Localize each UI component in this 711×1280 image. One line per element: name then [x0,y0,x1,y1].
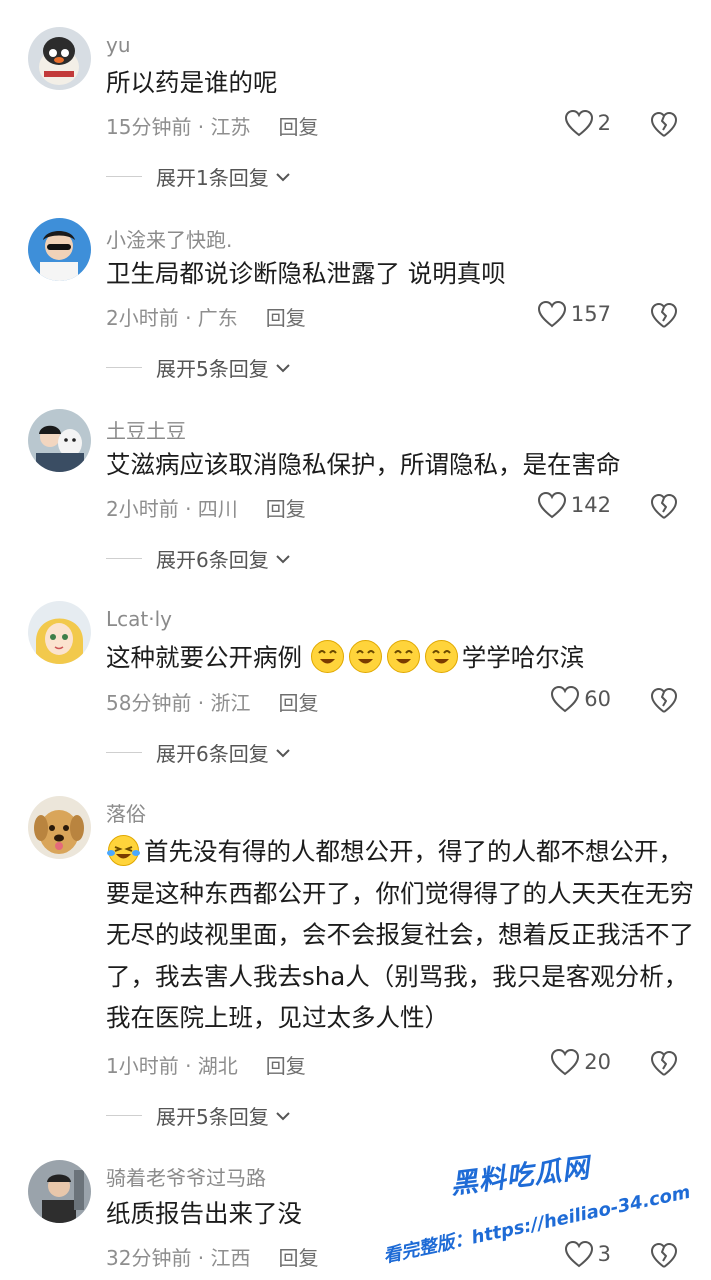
comment-meta: 32分钟前 · 江西 回复 [106,1242,319,1271]
time-location: 32分钟前 · 江西 [106,1246,251,1270]
comment-text: 艾滋病应该取消隐私保护，所谓隐私，是在害命 [106,450,621,479]
avatar[interactable] [28,601,91,664]
smile-emoji-icon [310,639,345,674]
like-button[interactable]: 142 [537,491,611,519]
chevron-down-icon [276,363,290,372]
like-count: 142 [570,493,611,517]
comment-text: 所以药是谁的呢 [106,68,278,97]
smile-emoji-icon [386,639,421,674]
chevron-down-icon [276,172,290,181]
expand-replies[interactable]: 展开5条回复 [106,353,293,382]
comment-text-part: 这种就要公开病例 [106,643,302,672]
comment-meta: 1小时前 · 湖北 回复 [106,1050,306,1079]
comment-text-part: 学学哈尔滨 [461,643,585,672]
like-count: 60 [584,687,611,711]
expand-replies-label: 展开6条回复 [156,742,269,766]
like-count: 2 [597,111,611,135]
like-button[interactable]: 20 [550,1048,611,1076]
reply-button[interactable]: 回复 [279,115,319,139]
avatar[interactable] [28,796,91,859]
smile-emoji-icon [424,639,459,674]
divider [106,367,142,368]
expand-replies[interactable]: 展开1条回复 [106,162,293,191]
divider [106,1115,142,1116]
username[interactable]: yu [106,33,131,57]
reply-button[interactable]: 回复 [266,497,306,521]
heart-icon [551,685,580,713]
like-count: 157 [570,302,611,326]
expand-replies[interactable]: 展开6条回复 [106,738,293,767]
username[interactable]: 土豆土豆 [106,415,186,444]
time-location: 2小时前 · 四川 [106,497,238,521]
reply-button[interactable]: 回复 [279,1246,319,1270]
heart-icon [537,491,566,519]
like-count: 20 [584,1050,611,1074]
comment-text: 首先没有得的人都想公开，得了的人都不想公开，要是这种东西都公开了，你们觉得得了的… [106,831,696,1039]
broken-heart-icon [651,303,677,328]
chevron-down-icon [276,1111,290,1120]
heart-icon [551,1048,580,1076]
expand-replies[interactable]: 展开5条回复 [106,1101,293,1130]
username[interactable]: 落俗 [106,798,146,827]
like-button[interactable]: 2 [564,109,611,137]
expand-replies[interactable]: 展开6条回复 [106,544,293,573]
avatar[interactable] [28,27,91,90]
watermark-title: 黑料吃瓜网 [448,1152,592,1201]
comment-text-part: 首先没有得的人都想公开，得了的人都不想公开，要是这种东西都公开了，你们觉得得了的… [106,837,694,1032]
heart-icon [564,109,593,137]
watermark-url: 看完整版：https://heiliao-34.com [381,1181,693,1268]
username[interactable]: 小淦来了快跑. [106,224,232,253]
expand-replies-label: 展开5条回复 [156,357,269,381]
time-location: 1小时前 · 湖北 [106,1054,238,1078]
divider [106,558,142,559]
avatar[interactable] [28,409,91,472]
broken-heart-icon [651,112,677,137]
like-button[interactable]: 157 [537,300,611,328]
expand-replies-label: 展开6条回复 [156,548,269,572]
comment-meta: 2小时前 · 四川 回复 [106,493,306,522]
broken-heart-icon [651,688,677,713]
username[interactable]: 骑着老爷爷过马路 [106,1162,266,1191]
watermark: 黑料吃瓜网 看完整版：https://heiliao-34.com [380,1150,693,1268]
comment-text: 这种就要公开病例 学学哈尔滨 [106,637,696,679]
expand-replies-label: 展开1条回复 [156,166,269,190]
dislike-button[interactable] [650,302,678,330]
dislike-button[interactable] [650,111,678,139]
broken-heart-icon [651,1051,677,1076]
heart-icon [537,300,566,328]
time-location: 58分钟前 · 浙江 [106,691,251,715]
comment-meta: 15分钟前 · 江苏 回复 [106,111,319,140]
reply-button[interactable]: 回复 [266,1054,306,1078]
divider [106,176,142,177]
username[interactable]: Lcat·ly [106,607,172,631]
time-location: 15分钟前 · 江苏 [106,115,251,139]
comment-meta: 2小时前 · 广东 回复 [106,302,306,331]
divider [106,752,142,753]
dislike-button[interactable] [650,493,678,521]
reply-button[interactable]: 回复 [266,306,306,330]
chevron-down-icon [276,554,290,563]
smile-emoji-icon [348,639,383,674]
broken-heart-icon [651,494,677,519]
dislike-button[interactable] [650,1050,678,1078]
reply-button[interactable]: 回复 [279,691,319,715]
like-button[interactable]: 60 [550,685,611,713]
time-location: 2小时前 · 广东 [106,306,238,330]
avatar[interactable] [28,1160,91,1223]
dislike-button[interactable] [650,687,678,715]
comment-meta: 58分钟前 · 浙江 回复 [106,687,319,716]
laugh-cry-emoji-icon [106,833,141,868]
chevron-down-icon [276,748,290,757]
avatar[interactable] [28,218,91,281]
expand-replies-label: 展开5条回复 [156,1105,269,1129]
comment-text: 卫生局都说诊断隐私泄露了 说明真呗 [106,259,506,288]
